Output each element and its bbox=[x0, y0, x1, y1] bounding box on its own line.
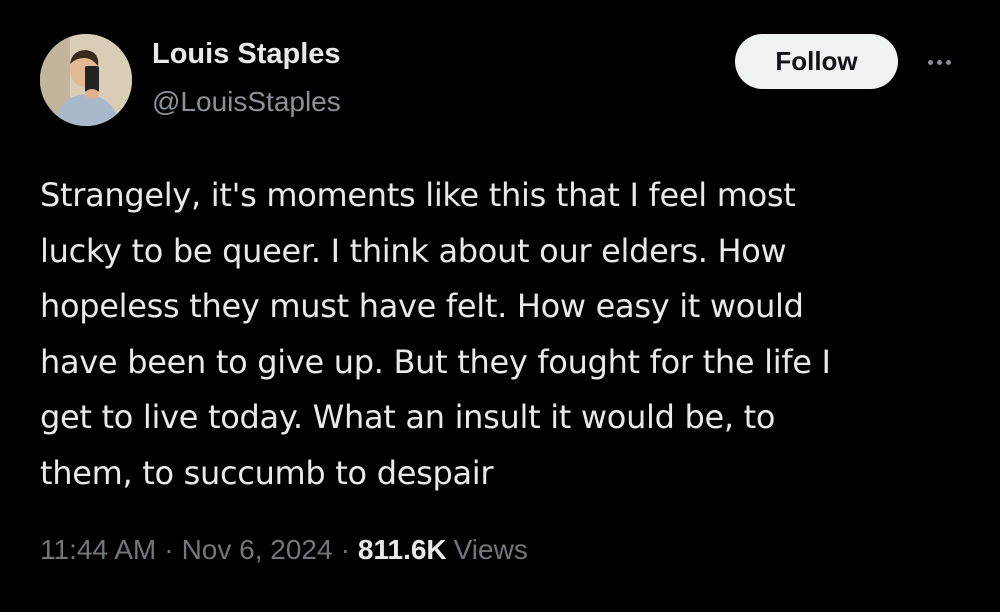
meta-separator: · bbox=[340, 534, 350, 565]
tweet-text-line: Strangely, it's moments like this that I… bbox=[40, 176, 796, 214]
display-name[interactable]: Louis Staples bbox=[152, 38, 341, 71]
tweet-text-line: have been to give up. But they fought fo… bbox=[40, 342, 831, 381]
views-label: Views bbox=[453, 534, 528, 565]
user-handle[interactable]: @LouisStaples bbox=[152, 86, 341, 118]
tweet-text-line: hopeless they must have felt. How easy i… bbox=[40, 287, 804, 325]
tweet-card: Louis Staples @LouisStaples Follow Stran… bbox=[0, 0, 1000, 612]
tweet-text-line: lucky to be queer. I think about our eld… bbox=[40, 231, 787, 270]
tweet-text-line: them, to succumb to despair bbox=[40, 453, 494, 492]
tweet-text: Strangely, it's moments like this that I… bbox=[40, 168, 940, 501]
tweet-meta: 11:44 AM · Nov 6, 2024 · 811.6K Views bbox=[40, 534, 528, 566]
more-horizontal-icon[interactable] bbox=[919, 52, 959, 72]
meta-separator: · bbox=[164, 534, 174, 565]
follow-button[interactable]: Follow bbox=[735, 34, 898, 89]
views-count[interactable]: 811.6K bbox=[358, 534, 447, 566]
tweet-time[interactable]: 11:44 AM bbox=[40, 534, 156, 566]
tweet-date[interactable]: Nov 6, 2024 bbox=[182, 534, 333, 566]
avatar[interactable] bbox=[40, 34, 132, 126]
tweet-text-line: get to live today. What an insult it wou… bbox=[40, 398, 776, 436]
